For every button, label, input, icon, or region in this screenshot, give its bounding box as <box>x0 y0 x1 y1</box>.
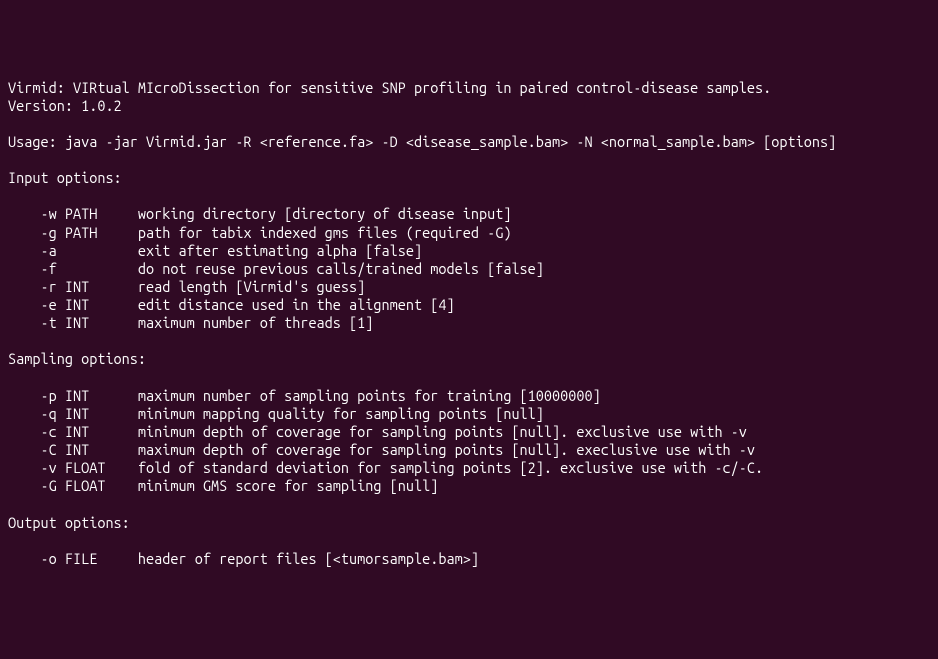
title-line: Virmid: VIRtual MIcroDissection for sens… <box>8 79 930 97</box>
input-options-heading: Input options: <box>8 169 930 187</box>
option-row: -g PATH path for tabix indexed gms files… <box>8 224 930 242</box>
option-desc: fold of standard deviation for sampling … <box>138 459 763 476</box>
option-flag: -v FLOAT <box>8 459 138 476</box>
option-flag: -o FILE <box>8 550 138 567</box>
blank-line <box>8 532 930 550</box>
option-row: -q INT minimum mapping quality for sampl… <box>8 405 930 423</box>
blank-line <box>8 495 930 513</box>
option-desc: working directory [directory of disease … <box>138 205 512 222</box>
blank-line <box>8 187 930 205</box>
option-desc: maximum depth of coverage for sampling p… <box>138 441 755 458</box>
blank-line <box>8 332 930 350</box>
option-flag: -e INT <box>8 296 138 313</box>
option-row: -t INT maximum number of threads [1] <box>8 314 930 332</box>
option-row: -C INT maximum depth of coverage for sam… <box>8 441 930 459</box>
option-desc: edit distance used in the alignment [4] <box>138 296 455 313</box>
option-row: -o FILE header of report files [<tumorsa… <box>8 550 930 568</box>
option-flag: -g PATH <box>8 224 138 241</box>
option-row: -G FLOAT minimum GMS score for sampling … <box>8 477 930 495</box>
version-line: Version: 1.0.2 <box>8 97 930 115</box>
option-flag: -C INT <box>8 441 138 458</box>
option-row: -a exit after estimating alpha [false] <box>8 242 930 260</box>
option-desc: read length [Virmid's guess] <box>138 278 365 295</box>
sampling-options-heading: Sampling options: <box>8 350 930 368</box>
option-flag: -a <box>8 242 138 259</box>
option-flag: -t INT <box>8 314 138 331</box>
option-row: -f do not reuse previous calls/trained m… <box>8 260 930 278</box>
option-desc: path for tabix indexed gms files (requir… <box>138 224 512 241</box>
option-desc: do not reuse previous calls/trained mode… <box>138 260 544 277</box>
option-flag: -p INT <box>8 387 138 404</box>
option-desc: minimum mapping quality for sampling poi… <box>138 405 544 422</box>
option-row: -c INT minimum depth of coverage for sam… <box>8 423 930 441</box>
option-desc: minimum depth of coverage for sampling p… <box>138 423 747 440</box>
option-flag: -c INT <box>8 423 138 440</box>
option-flag: -w PATH <box>8 205 138 222</box>
option-row: -e INT edit distance used in the alignme… <box>8 296 930 314</box>
option-flag: -q INT <box>8 405 138 422</box>
blank-line <box>8 369 930 387</box>
terminal-output: Virmid: VIRtual MIcroDissection for sens… <box>8 79 930 568</box>
output-options-heading: Output options: <box>8 514 930 532</box>
option-row: -r INT read length [Virmid's guess] <box>8 278 930 296</box>
option-desc: maximum number of threads [1] <box>138 314 373 331</box>
option-flag: -r INT <box>8 278 138 295</box>
option-row: -p INT maximum number of sampling points… <box>8 387 930 405</box>
usage-line: Usage: java -jar Virmid.jar -R <referenc… <box>8 133 930 151</box>
option-flag: -f <box>8 260 138 277</box>
option-desc: exit after estimating alpha [false] <box>138 242 422 259</box>
option-desc: minimum GMS score for sampling [null] <box>138 477 438 494</box>
blank-line <box>8 151 930 169</box>
option-desc: maximum number of sampling points for tr… <box>138 387 601 404</box>
blank-line <box>8 115 930 133</box>
option-desc: header of report files [<tumorsample.bam… <box>138 550 479 567</box>
option-flag: -G FLOAT <box>8 477 138 494</box>
option-row: -w PATH working directory [directory of … <box>8 205 930 223</box>
option-row: -v FLOAT fold of standard deviation for … <box>8 459 930 477</box>
